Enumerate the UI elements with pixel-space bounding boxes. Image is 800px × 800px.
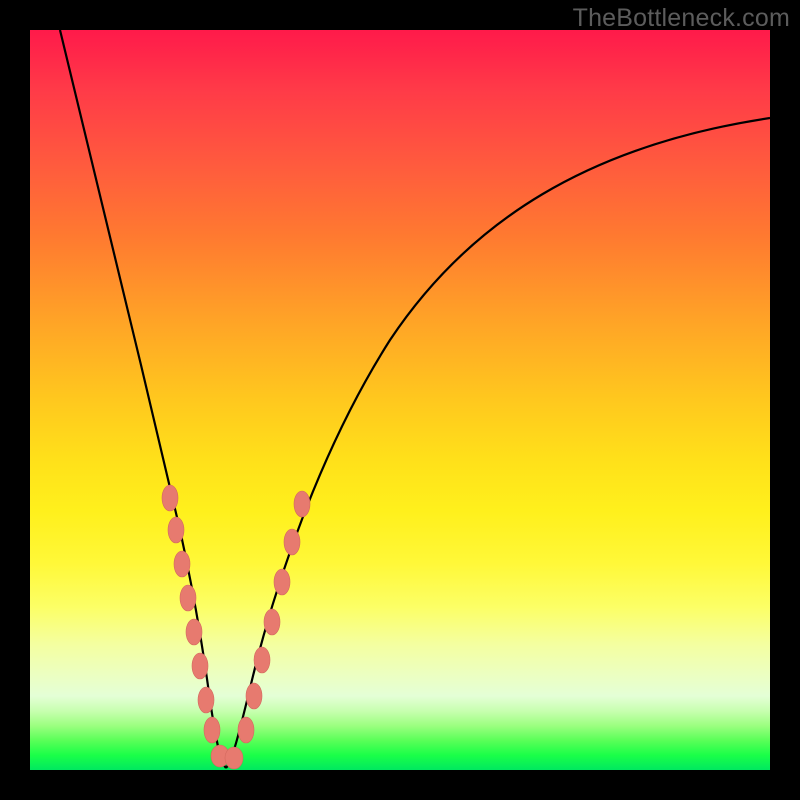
curve-markers bbox=[162, 485, 310, 769]
bottleneck-curve bbox=[30, 30, 770, 770]
chart-frame: TheBottleneck.com bbox=[0, 0, 800, 800]
plot-area bbox=[30, 30, 770, 770]
watermark-text: TheBottleneck.com bbox=[573, 4, 790, 33]
